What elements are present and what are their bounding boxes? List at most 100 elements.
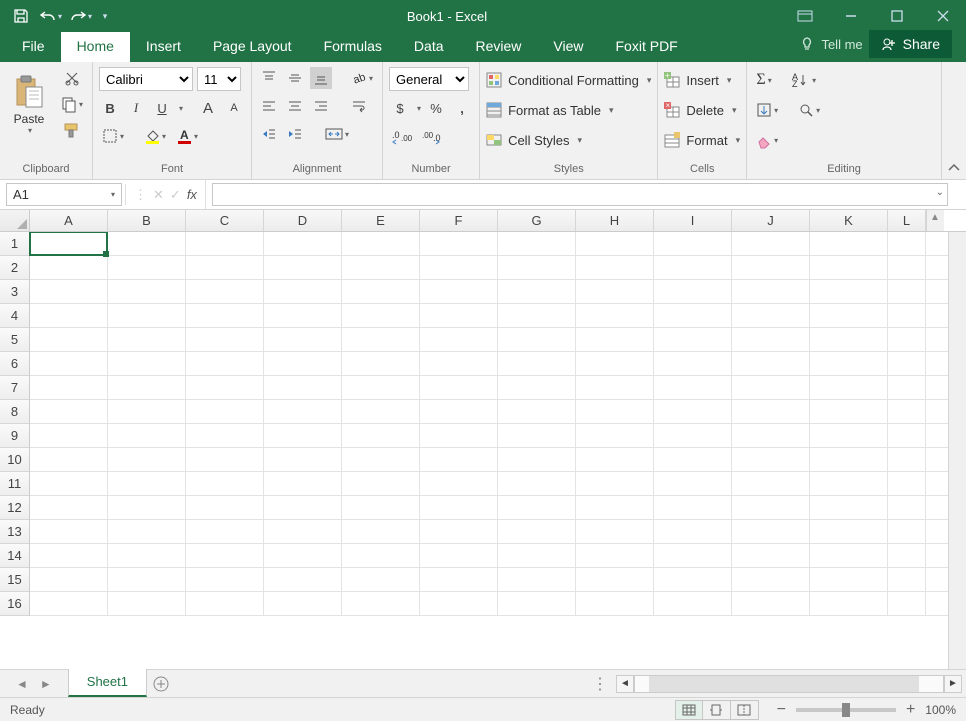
cell[interactable] xyxy=(264,256,342,279)
tab-home[interactable]: Home xyxy=(61,32,130,62)
comma-format-button[interactable]: , xyxy=(451,97,473,119)
cell[interactable] xyxy=(888,544,926,567)
cell[interactable] xyxy=(654,496,732,519)
cell[interactable] xyxy=(30,520,108,543)
row-header[interactable]: 10 xyxy=(0,448,30,472)
cell[interactable] xyxy=(810,592,888,615)
cell[interactable] xyxy=(576,352,654,375)
format-as-table-button[interactable]: Format as Table▾ xyxy=(486,99,651,121)
row-header[interactable]: 11 xyxy=(0,472,30,496)
formula-enter-button[interactable]: ✓ xyxy=(170,187,181,203)
column-header[interactable]: J xyxy=(732,210,810,231)
name-box-dropdown-icon[interactable]: ▾ xyxy=(111,190,115,199)
cut-button[interactable] xyxy=(58,67,86,89)
cell[interactable] xyxy=(576,472,654,495)
vertical-scrollbar[interactable] xyxy=(926,210,944,231)
cell[interactable] xyxy=(810,424,888,447)
cell[interactable] xyxy=(498,400,576,423)
cell[interactable] xyxy=(420,424,498,447)
cell[interactable] xyxy=(30,280,108,303)
cell[interactable] xyxy=(342,520,420,543)
vertical-scrollbar-track[interactable] xyxy=(948,232,966,669)
cell[interactable] xyxy=(342,232,420,255)
cell[interactable] xyxy=(108,424,186,447)
row-header[interactable]: 3 xyxy=(0,280,30,304)
cell[interactable] xyxy=(108,304,186,327)
sheet-nav-next-icon[interactable]: ► xyxy=(40,677,52,691)
cell[interactable] xyxy=(732,448,810,471)
customize-qat-icon[interactable]: ▾ xyxy=(98,3,112,29)
cell[interactable] xyxy=(654,304,732,327)
cell[interactable] xyxy=(498,352,576,375)
cell[interactable] xyxy=(264,568,342,591)
column-header[interactable]: L xyxy=(888,210,926,231)
row-header[interactable]: 14 xyxy=(0,544,30,568)
cell[interactable] xyxy=(810,328,888,351)
cell[interactable] xyxy=(810,520,888,543)
cell[interactable] xyxy=(654,472,732,495)
cell[interactable] xyxy=(264,352,342,375)
column-header[interactable]: C xyxy=(186,210,264,231)
cell[interactable] xyxy=(30,568,108,591)
insert-cells-button[interactable]: + Insert▾ xyxy=(664,69,740,91)
cell[interactable] xyxy=(576,256,654,279)
row-header[interactable]: 13 xyxy=(0,520,30,544)
zoom-out-button[interactable]: − xyxy=(777,701,786,719)
cell[interactable] xyxy=(576,280,654,303)
cell[interactable] xyxy=(888,280,926,303)
cell[interactable] xyxy=(186,424,264,447)
cell[interactable] xyxy=(342,568,420,591)
cell[interactable] xyxy=(186,472,264,495)
cells-area[interactable] xyxy=(30,232,948,669)
row-header[interactable]: 8 xyxy=(0,400,30,424)
cell[interactable] xyxy=(30,304,108,327)
cell[interactable] xyxy=(420,256,498,279)
format-cells-button[interactable]: Format▾ xyxy=(664,129,740,151)
cell[interactable] xyxy=(108,376,186,399)
bold-button[interactable]: B xyxy=(99,97,121,119)
percent-format-button[interactable]: % xyxy=(425,97,447,119)
ribbon-display-icon[interactable] xyxy=(782,0,828,32)
cell[interactable] xyxy=(186,376,264,399)
tab-formulas[interactable]: Formulas xyxy=(308,32,398,62)
cell[interactable] xyxy=(30,496,108,519)
cell[interactable] xyxy=(30,376,108,399)
sheet-tab[interactable]: Sheet1 xyxy=(68,669,147,697)
cell[interactable] xyxy=(732,304,810,327)
cell[interactable] xyxy=(342,304,420,327)
cell[interactable] xyxy=(888,376,926,399)
sheet-nav-prev-icon[interactable]: ◄ xyxy=(16,677,28,691)
cell[interactable] xyxy=(732,400,810,423)
cell[interactable] xyxy=(498,304,576,327)
cell[interactable] xyxy=(342,400,420,423)
cell[interactable] xyxy=(498,544,576,567)
cell[interactable] xyxy=(654,280,732,303)
number-format-select[interactable]: General xyxy=(389,67,469,91)
cell[interactable] xyxy=(732,592,810,615)
page-break-view-button[interactable] xyxy=(731,700,759,720)
cell[interactable] xyxy=(654,592,732,615)
cell[interactable] xyxy=(264,400,342,423)
cell[interactable] xyxy=(108,256,186,279)
cell[interactable] xyxy=(264,520,342,543)
cell[interactable] xyxy=(732,352,810,375)
cell[interactable] xyxy=(498,472,576,495)
cell[interactable] xyxy=(888,472,926,495)
cell[interactable] xyxy=(420,352,498,375)
cell[interactable] xyxy=(108,232,186,255)
share-button[interactable]: Share xyxy=(869,30,952,58)
hscroll-left-button[interactable]: ◄ xyxy=(616,675,634,693)
cell[interactable] xyxy=(888,568,926,591)
cell[interactable] xyxy=(108,328,186,351)
cell[interactable] xyxy=(576,328,654,351)
cell[interactable] xyxy=(732,328,810,351)
row-header[interactable]: 16 xyxy=(0,592,30,616)
tab-foxit-pdf[interactable]: Foxit PDF xyxy=(600,32,694,62)
align-middle-button[interactable] xyxy=(284,67,306,89)
cell[interactable] xyxy=(186,256,264,279)
column-header[interactable]: I xyxy=(654,210,732,231)
accounting-format-button[interactable]: $ xyxy=(389,97,411,119)
cell[interactable] xyxy=(420,448,498,471)
cell[interactable] xyxy=(810,472,888,495)
cell[interactable] xyxy=(888,424,926,447)
